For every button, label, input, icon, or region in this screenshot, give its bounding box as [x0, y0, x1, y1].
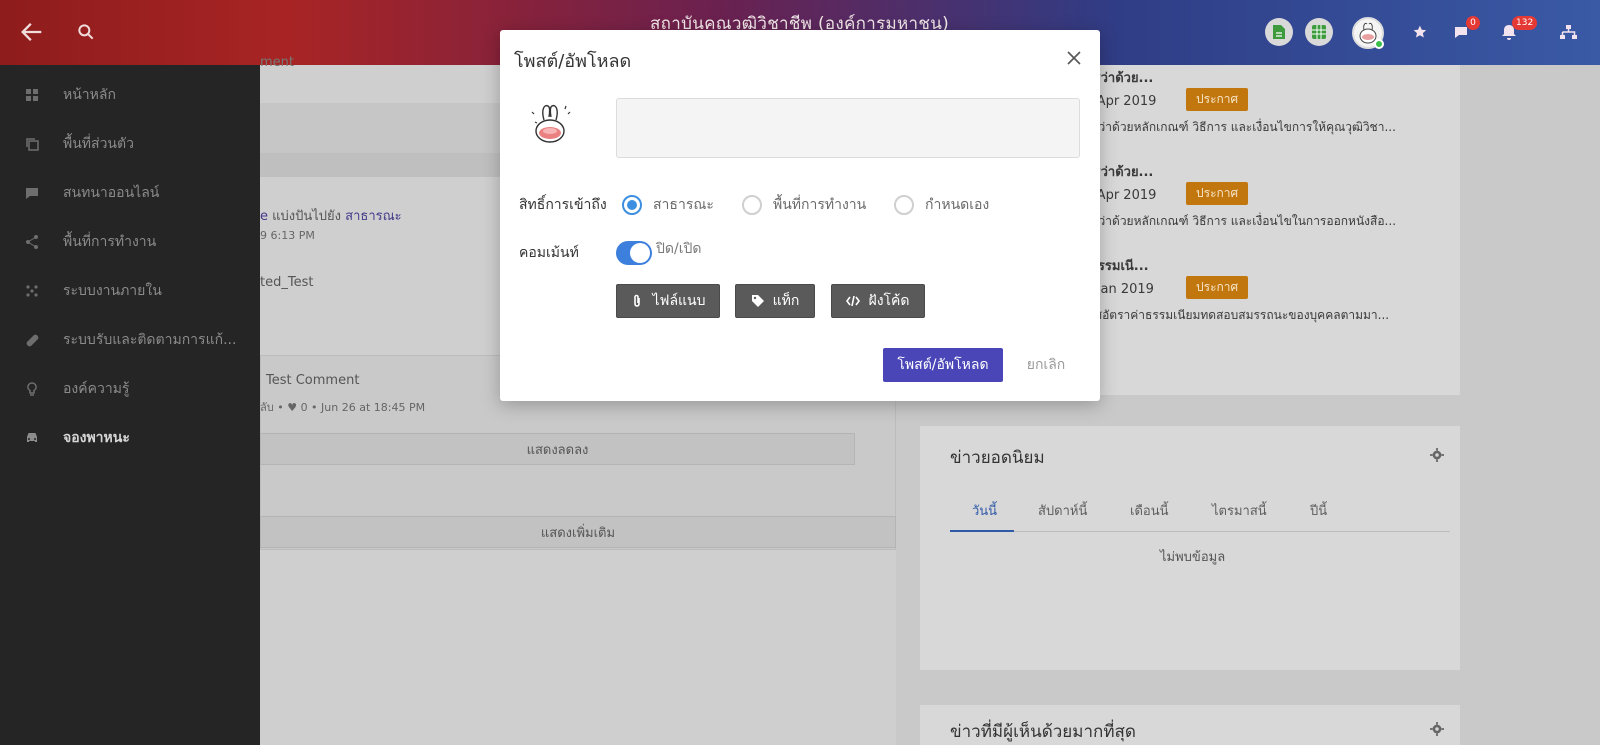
access-label: สิทธิ์การเข้าถึง: [519, 197, 607, 213]
post-content-input[interactable]: [616, 98, 1080, 158]
close-icon[interactable]: [1064, 48, 1084, 68]
access-option-public[interactable]: สาธารณะ: [622, 194, 714, 216]
embed-code-label: ฝังโค้ด: [868, 293, 910, 309]
attach-file-button[interactable]: ไฟล์แนบ: [616, 284, 720, 318]
radio-dot: [627, 200, 637, 210]
radio-label: สาธารณะ: [653, 197, 714, 213]
embed-code-button[interactable]: ฝังโค้ด: [831, 284, 925, 318]
radio-circle: [894, 195, 914, 215]
code-icon: [846, 295, 861, 307]
tag-button[interactable]: แท็ก: [735, 284, 815, 318]
post-upload-modal: โพสต์/อัพโหลด สิทธิ์การเข้าถึง สาธารณะ พ…: [500, 30, 1100, 401]
comment-toggle-label: ปิด/เปิด: [656, 241, 702, 257]
comment-toggle[interactable]: [616, 241, 652, 265]
radio-circle: [742, 195, 762, 215]
radio-label: พื้นที่การทำงาน: [773, 197, 867, 213]
post-upload-button[interactable]: โพสต์/อัพโหลด: [883, 348, 1003, 382]
toggle-knob: [630, 243, 650, 263]
tag-icon: [751, 295, 764, 307]
access-option-workspace[interactable]: พื้นที่การทำงาน: [742, 194, 866, 216]
radio-circle: [622, 195, 642, 215]
access-option-custom[interactable]: กำหนดเอง: [894, 194, 989, 216]
comment-label: คอมเม้นท์: [519, 245, 579, 261]
bunny-avatar-icon: [531, 104, 571, 143]
radio-label: กำหนดเอง: [925, 197, 990, 213]
tag-label: แท็ก: [772, 293, 800, 309]
modal-title: โพสต์/อัพโหลด: [514, 51, 632, 72]
cancel-button[interactable]: ยกเลิก: [1024, 348, 1068, 382]
attach-file-label: ไฟล์แนบ: [652, 293, 706, 309]
paperclip-icon: [634, 294, 641, 307]
